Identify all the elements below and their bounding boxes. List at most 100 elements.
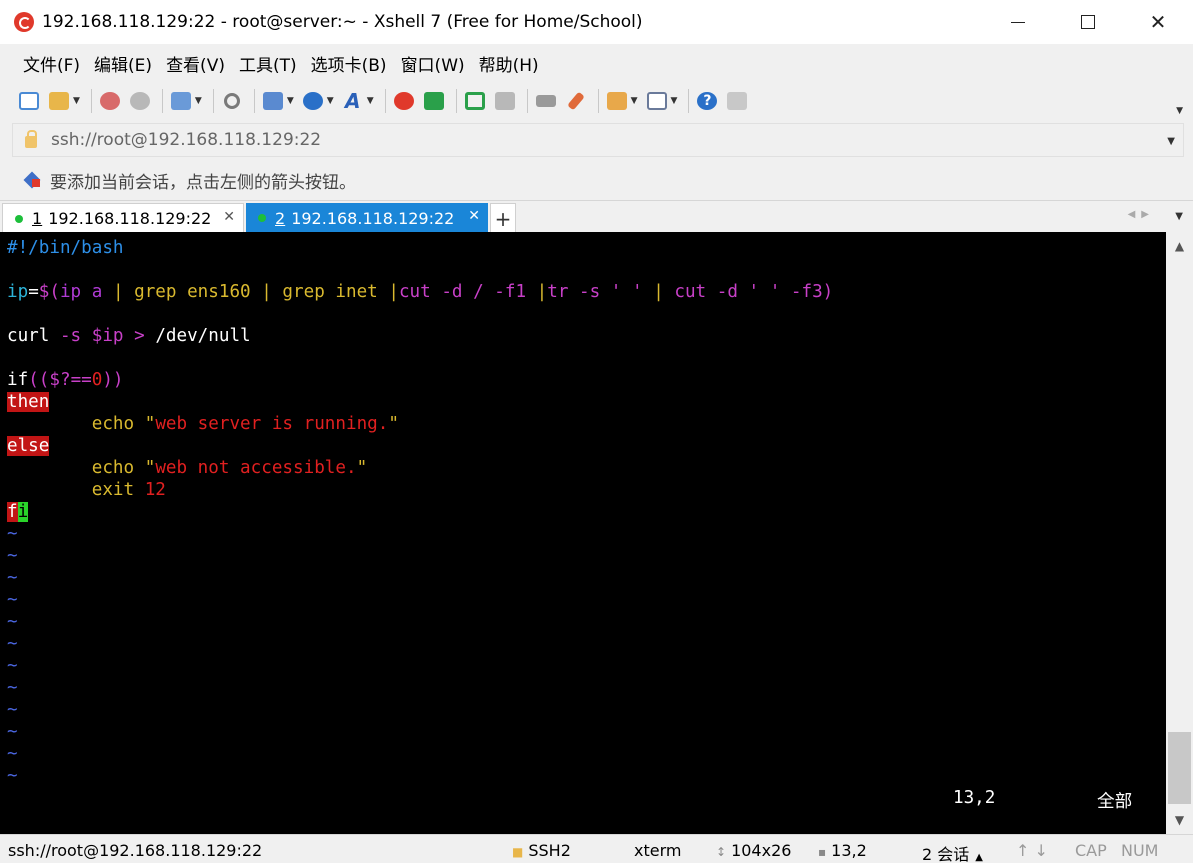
menu-tabs[interactable]: 选项卡(B) bbox=[304, 51, 394, 76]
code-token: = bbox=[28, 282, 39, 302]
tab-number: 2 bbox=[275, 208, 286, 228]
keyword-then: then bbox=[7, 392, 50, 412]
transfer-dropdown-icon[interactable]: ▼ bbox=[287, 96, 294, 106]
find-button[interactable] bbox=[219, 88, 245, 114]
font-button[interactable]: A bbox=[340, 88, 366, 114]
resize-icon: ↕ bbox=[716, 845, 727, 859]
disconnect-icon bbox=[129, 92, 150, 110]
code-token: web server is running. bbox=[155, 414, 389, 434]
status-nav-arrows[interactable]: ↑ ↓ bbox=[1016, 841, 1048, 860]
address-dropdown-icon[interactable]: ▼ bbox=[1167, 136, 1175, 147]
code-token: web not accessible. bbox=[155, 458, 357, 478]
empty-line-marker: ~ bbox=[7, 678, 18, 698]
code-token: grep ens160 bbox=[134, 282, 262, 302]
globe-dropdown-icon[interactable]: ▼ bbox=[327, 96, 334, 106]
layout-button[interactable] bbox=[644, 88, 670, 114]
menu-view[interactable]: 查看(V) bbox=[159, 51, 232, 76]
status-size-text: 104x26 bbox=[731, 841, 792, 860]
menu-file[interactable]: 文件(F) bbox=[16, 51, 87, 76]
script-else-line: else bbox=[7, 435, 50, 457]
tab-number: 1 bbox=[32, 209, 43, 228]
menu-tools[interactable]: 工具(T) bbox=[232, 51, 304, 76]
properties-dropdown-icon[interactable]: ▼ bbox=[195, 96, 202, 106]
layout-dropdown-icon[interactable]: ▼ bbox=[671, 96, 678, 106]
help-button[interactable]: ? bbox=[694, 88, 720, 114]
code-token: == bbox=[70, 370, 92, 390]
new-tab-button[interactable]: + bbox=[490, 203, 516, 233]
toolbar-separator bbox=[253, 89, 255, 113]
lock-button[interactable] bbox=[492, 88, 518, 114]
xshell-button[interactable] bbox=[391, 88, 417, 114]
code-token: echo bbox=[91, 414, 145, 434]
tab-session-2[interactable]: 2 192.168.118.129:22 ✕ bbox=[246, 203, 488, 233]
empty-line-marker: ~ bbox=[7, 700, 18, 720]
code-token: (( bbox=[28, 370, 50, 390]
tab-session-1[interactable]: 1 192.168.118.129:22 ✕ bbox=[2, 203, 244, 233]
scroll-up-button[interactable]: ▲ bbox=[1166, 232, 1193, 260]
minimize-button[interactable] bbox=[983, 0, 1053, 44]
globe-icon bbox=[302, 92, 323, 110]
xftp-button[interactable] bbox=[421, 88, 447, 114]
add-folder-button[interactable] bbox=[604, 88, 630, 114]
tab-close-icon[interactable]: ✕ bbox=[223, 209, 235, 225]
lock-icon: ■ bbox=[512, 845, 524, 859]
fullscreen-button[interactable] bbox=[462, 88, 488, 114]
tab-scroll-arrows-icon[interactable]: ◀▶ bbox=[1128, 209, 1155, 220]
connect-button[interactable] bbox=[97, 88, 123, 114]
properties-button[interactable] bbox=[168, 88, 194, 114]
script-exit-line: exit 12 bbox=[7, 479, 166, 501]
font-dropdown-icon[interactable]: ▼ bbox=[367, 96, 374, 106]
empty-line-marker: ~ bbox=[7, 634, 18, 654]
empty-line-marker: ~ bbox=[7, 656, 18, 676]
chevron-up-icon: ▲ bbox=[975, 852, 983, 863]
disconnect-button[interactable] bbox=[127, 88, 153, 114]
search-icon bbox=[223, 93, 240, 109]
open-session-button[interactable] bbox=[46, 88, 72, 114]
toolbar: ▼ ▼ ▼ ▼ A ▼ ▼ ▼ ? ▼ bbox=[0, 82, 1193, 120]
status-position: ▪ 13,2 bbox=[818, 841, 867, 860]
open-dropdown-icon[interactable]: ▼ bbox=[73, 96, 80, 106]
status-caps-lock: CAP bbox=[1075, 841, 1107, 860]
script-then-line: then bbox=[7, 391, 50, 413]
code-token: | bbox=[388, 282, 399, 302]
properties-icon bbox=[170, 92, 191, 110]
transfer-button[interactable] bbox=[260, 88, 286, 114]
code-token: ) bbox=[822, 282, 834, 302]
tab-close-icon[interactable]: ✕ bbox=[468, 208, 480, 224]
close-button[interactable]: ✕ bbox=[1123, 0, 1193, 44]
scroll-down-button[interactable]: ▼ bbox=[1166, 806, 1193, 834]
tab-bar: 1 192.168.118.129:22 ✕ 2 192.168.118.129… bbox=[0, 200, 1193, 233]
keyword-fi: f bbox=[7, 502, 18, 522]
maximize-button[interactable] bbox=[1053, 0, 1123, 44]
code-token: " bbox=[388, 414, 399, 434]
toolbar-overflow-icon[interactable]: ▼ bbox=[1176, 106, 1183, 116]
globe-button[interactable] bbox=[300, 88, 326, 114]
new-session-icon bbox=[19, 92, 39, 110]
chat-button[interactable] bbox=[724, 88, 750, 114]
new-session-button[interactable] bbox=[16, 88, 42, 114]
menu-edit[interactable]: 编辑(E) bbox=[87, 51, 159, 76]
script-shebang-line: #!/bin/bash bbox=[7, 238, 124, 258]
empty-line-marker: ~ bbox=[7, 722, 18, 742]
code-token: | bbox=[653, 282, 675, 302]
keyboard-button[interactable] bbox=[533, 88, 559, 114]
tab-list-dropdown-icon[interactable]: ▼ bbox=[1175, 211, 1183, 222]
menu-window[interactable]: 窗口(W) bbox=[394, 51, 472, 76]
toolbar-separator bbox=[161, 89, 163, 113]
menu-help[interactable]: 帮助(H) bbox=[472, 51, 546, 76]
script-curl-line: curl -s $ip > /dev/null bbox=[7, 325, 251, 347]
arrow-down-icon: ↓ bbox=[1034, 841, 1048, 860]
status-bar: ssh://root@192.168.118.129:22 ■ SSH2 xter… bbox=[0, 834, 1193, 863]
terminal-scrollbar[interactable]: ▲ ▼ bbox=[1166, 232, 1193, 834]
add-session-arrow-icon[interactable] bbox=[24, 171, 42, 189]
code-token: $ip bbox=[91, 326, 124, 346]
add-folder-dropdown-icon[interactable]: ▼ bbox=[631, 96, 638, 106]
status-sessions[interactable]: 2 会话 ▲ bbox=[922, 841, 983, 863]
scroll-thumb[interactable] bbox=[1168, 732, 1191, 804]
code-token: 12 bbox=[144, 480, 166, 500]
highlight-button[interactable] bbox=[563, 88, 589, 114]
terminal-viewport[interactable]: #!/bin/bash ip=$(ip a | grep ens160 | gr… bbox=[0, 232, 1166, 834]
address-input[interactable]: ssh://root@192.168.118.129:22 ▼ bbox=[12, 123, 1184, 157]
